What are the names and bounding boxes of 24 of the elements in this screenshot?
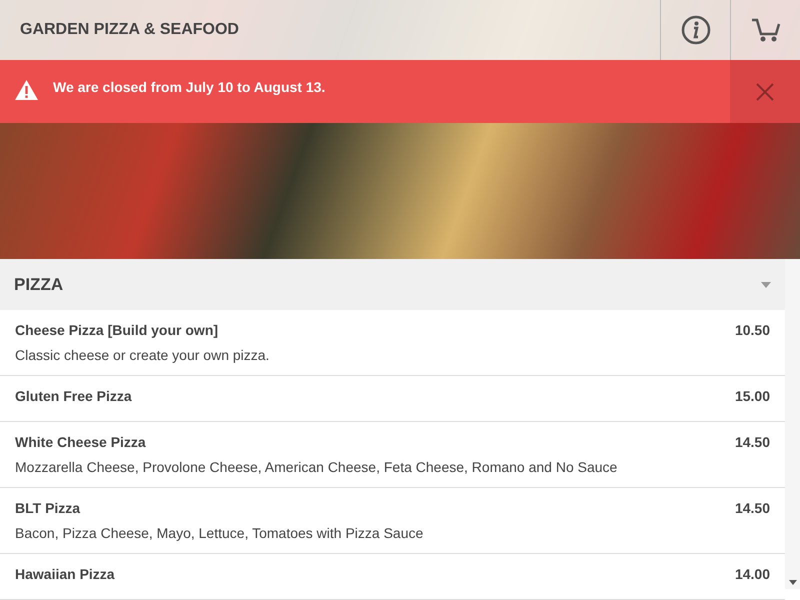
item-price: 15.00 — [734, 388, 770, 406]
info-icon — [680, 15, 710, 45]
warning-icon — [14, 79, 39, 101]
category-header[interactable]: PIZZA — [0, 259, 785, 310]
item-name: Hawaiian Pizza — [15, 566, 116, 583]
alert-message: We are closed from July 10 to August 13. — [53, 79, 326, 96]
item-price: 14.50 — [734, 500, 770, 518]
item-price: 10.50 — [734, 322, 770, 340]
item-price: 14.50 — [734, 434, 770, 452]
item-description: Bacon, Pizza Cheese, Mayo, Lettuce, Tomatoes with Pizza Sauce — [15, 525, 424, 542]
close-icon — [756, 82, 774, 100]
item-price: 14.00 — [734, 566, 770, 584]
item-name: Cheese Pizza [Build your own] — [15, 322, 220, 339]
caret-icon — [761, 282, 771, 288]
item-description: Classic cheese or create your own pizza. — [15, 347, 270, 364]
item-name: BLT Pizza — [15, 500, 82, 517]
scroll-down-icon — [788, 580, 796, 585]
category-title: PIZZA — [14, 274, 64, 296]
item-description: Mozzarella Cheese, Provolone Cheese, American Cheese, Feta Cheese, Romano and No Sauce — [15, 459, 618, 476]
item-name: Gluten Free Pizza — [15, 388, 133, 405]
restaurant-name: GARDEN PIZZA & SEAFOOD — [19, 20, 240, 40]
scrollbar[interactable] — [785, 259, 800, 589]
cart-icon — [750, 16, 780, 44]
item-name: White Cheese Pizza — [15, 434, 147, 451]
